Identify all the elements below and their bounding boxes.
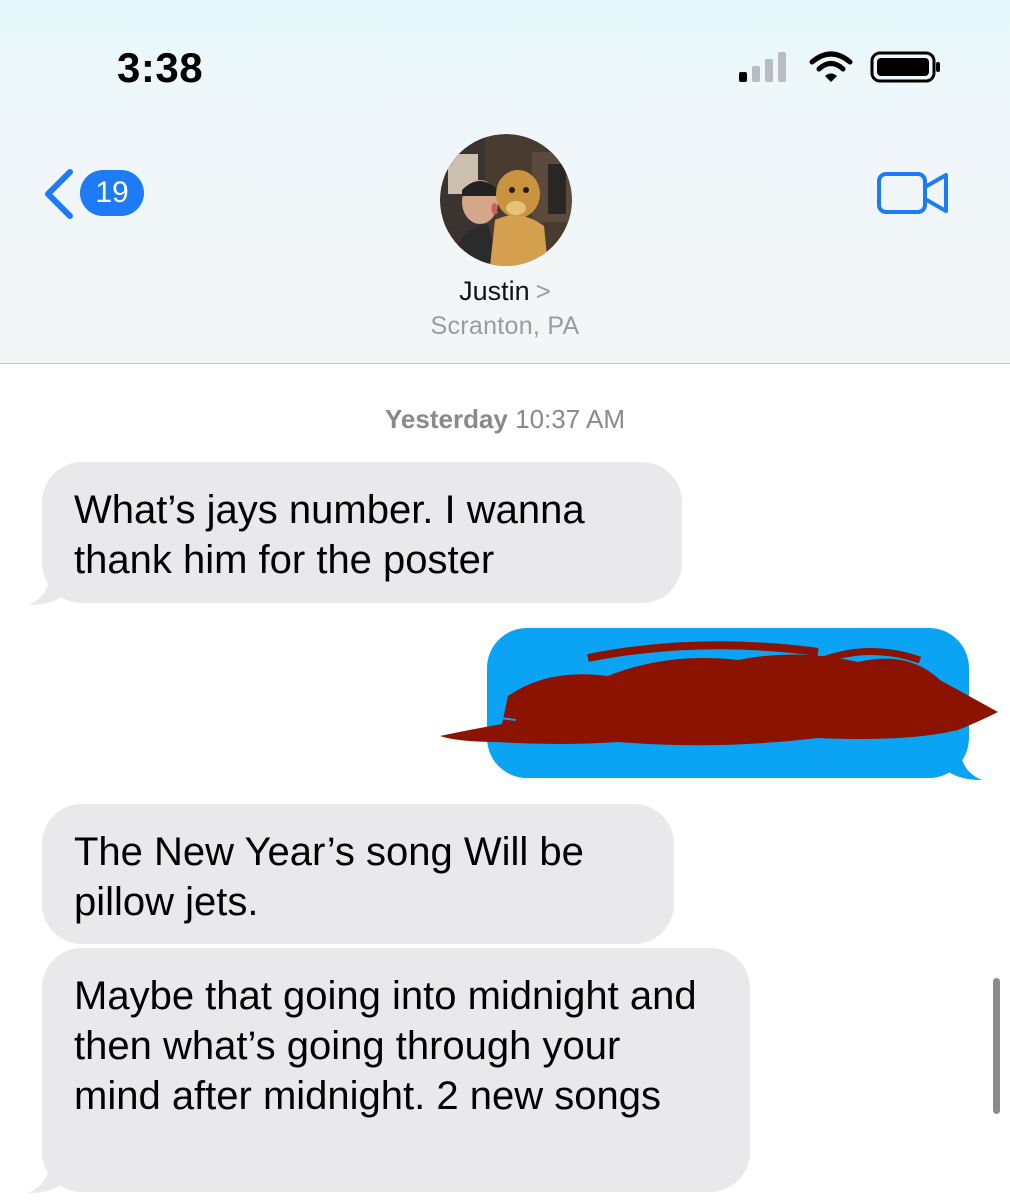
video-camera-icon[interactable] [876,170,950,216]
unread-count-badge: 19 [80,170,144,216]
contact-avatar[interactable] [440,134,572,266]
chevron-right-icon: > [535,276,551,306]
battery-icon [870,51,940,83]
redaction-scribble [440,641,998,746]
scrollbar[interactable] [993,978,1000,1114]
status-time: 3:38 [117,44,204,91]
message-timestamp: Yesterday 10:37 AM [0,404,1010,435]
contact-name: Justin [459,276,530,306]
cellular-signal-icon [739,52,786,82]
chevron-left-icon [45,169,73,219]
timestamp-day: Yesterday [385,404,508,434]
incoming-message-bubble[interactable]: What’s jays number. I wanna thank him fo… [42,462,682,603]
back-button[interactable]: 19 [40,166,150,222]
timestamp-time: 10:37 AM [515,404,625,434]
wifi-icon [809,51,853,82]
conversation-header: 3:38 19 Justin > Scranton, PA [0,0,1010,364]
contact-name-button[interactable]: Justin > [0,276,1010,307]
incoming-message-bubble[interactable]: Maybe that going into midnight and then … [42,948,750,1192]
incoming-message-bubble[interactable]: The New Year’s song Will be pillow jets. [42,804,674,944]
contact-location: Scranton, PA [430,312,580,340]
